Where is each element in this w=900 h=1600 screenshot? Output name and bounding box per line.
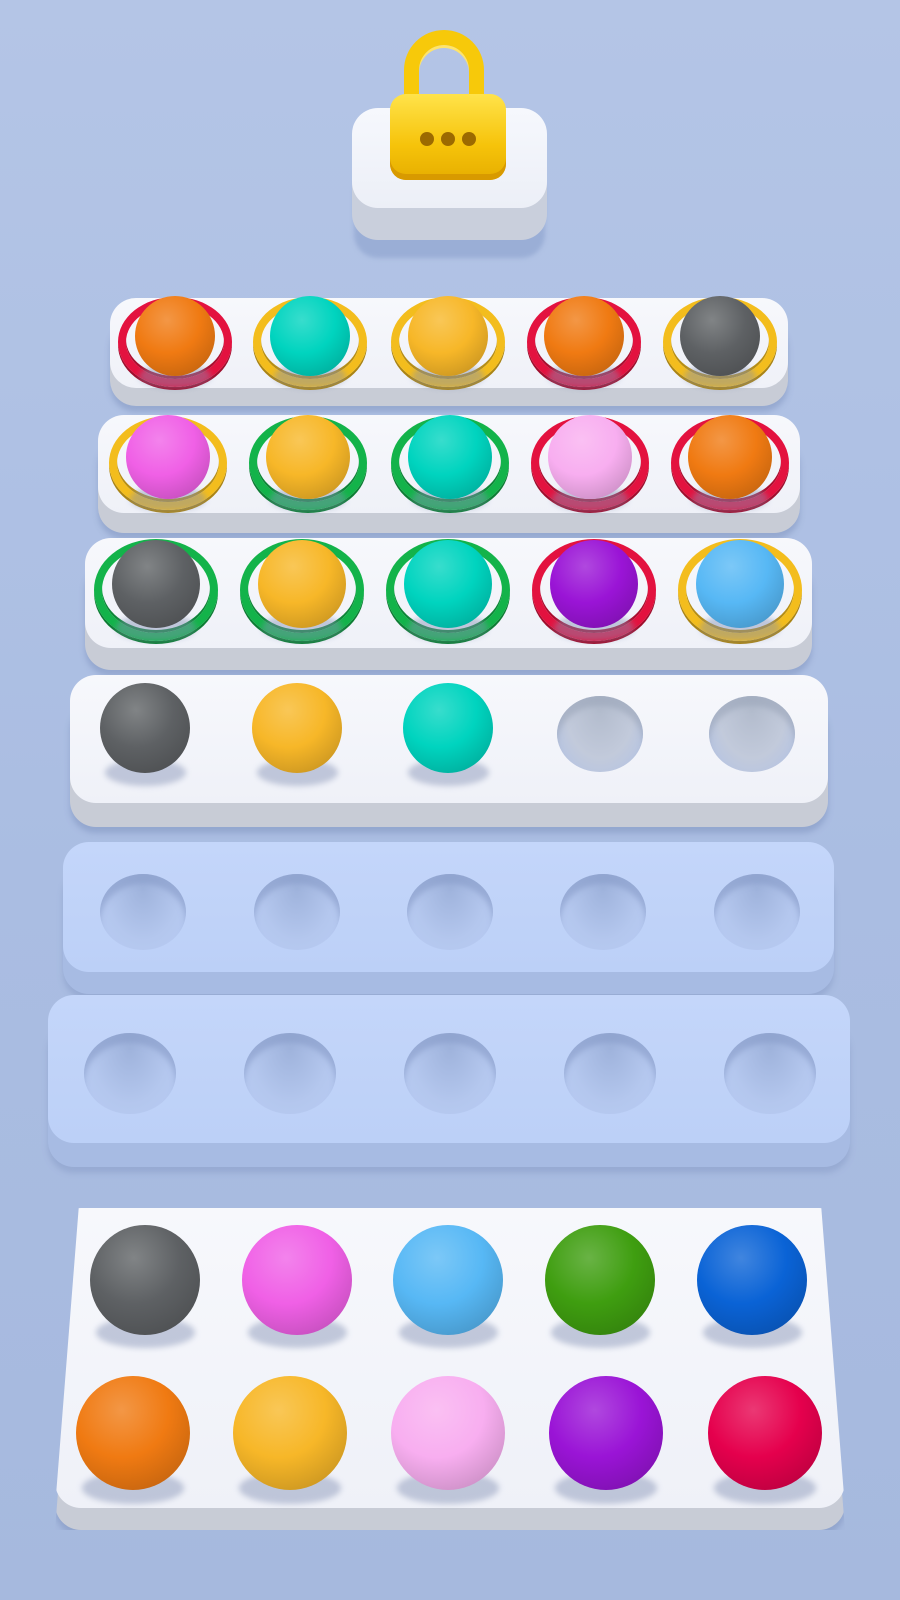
pink-ball[interactable]	[126, 415, 210, 499]
yellow-ball[interactable]	[266, 415, 350, 499]
board-row[interactable]	[70, 675, 828, 827]
padlock-dot	[420, 132, 434, 146]
palette-green-ball[interactable]	[545, 1225, 655, 1335]
skyblue-ball[interactable]	[696, 540, 784, 628]
padlock-icon	[390, 30, 508, 182]
board-row[interactable]	[48, 995, 850, 1167]
teal-ball[interactable]	[404, 540, 492, 628]
yellow-ball[interactable]	[252, 683, 342, 773]
slot-hole	[84, 1032, 176, 1114]
gray-ball[interactable]	[112, 540, 200, 628]
padlock-dot	[441, 132, 455, 146]
slot-hole	[404, 1032, 496, 1114]
board-row[interactable]	[110, 296, 788, 406]
palette-lightpink-ball[interactable]	[391, 1376, 505, 1490]
gray-ball[interactable]	[100, 683, 190, 773]
slot-hole	[724, 1032, 816, 1114]
slot-hole	[100, 874, 186, 950]
slot-hole	[564, 1032, 656, 1114]
palette-yellow-ball[interactable]	[233, 1376, 347, 1490]
orange-ball[interactable]	[544, 296, 624, 376]
teal-ball[interactable]	[403, 683, 493, 773]
palette-purple-ball[interactable]	[549, 1376, 663, 1490]
padlock-dot	[462, 132, 476, 146]
gray-ball[interactable]	[680, 296, 760, 376]
palette-blue-ball[interactable]	[697, 1225, 807, 1335]
padlock-body	[390, 94, 506, 180]
slot-hole	[714, 874, 800, 950]
orange-ball[interactable]	[135, 296, 215, 376]
palette-orange-ball[interactable]	[76, 1376, 190, 1490]
palette-pink-ball[interactable]	[242, 1225, 352, 1335]
slot-hole	[254, 874, 340, 950]
yellow-ball[interactable]	[408, 296, 488, 376]
slot-hole	[407, 874, 493, 950]
lightpink-ball[interactable]	[548, 415, 632, 499]
slot-hole	[709, 696, 795, 772]
teal-ball[interactable]	[408, 415, 492, 499]
palette-gray-ball[interactable]	[90, 1225, 200, 1335]
board-row[interactable]	[85, 538, 812, 670]
palette-skyblue-ball[interactable]	[393, 1225, 503, 1335]
slot-hole	[244, 1032, 336, 1114]
board-row[interactable]	[98, 415, 800, 533]
palette-crimson-ball[interactable]	[708, 1376, 822, 1490]
slot-hole	[557, 696, 643, 772]
teal-ball[interactable]	[270, 296, 350, 376]
board-row[interactable]	[63, 842, 834, 994]
orange-ball[interactable]	[688, 415, 772, 499]
yellow-ball[interactable]	[258, 540, 346, 628]
slot-hole	[560, 874, 646, 950]
purple-ball[interactable]	[550, 540, 638, 628]
